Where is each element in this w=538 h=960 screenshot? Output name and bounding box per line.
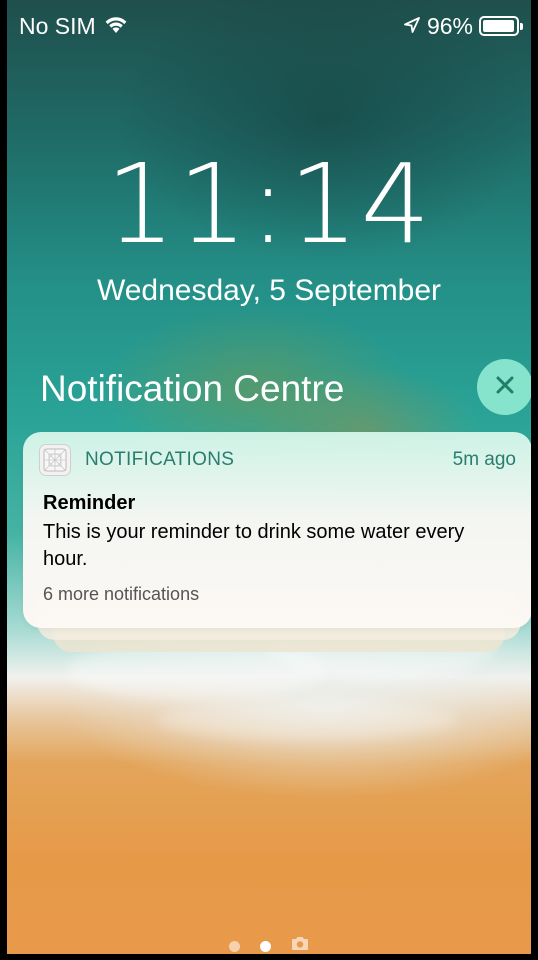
notification-time: 5m ago [452, 449, 516, 470]
close-icon [494, 374, 516, 401]
notification-card[interactable]: NOTIFICATIONS 5m ago Reminder This is yo… [23, 432, 531, 628]
app-icon [39, 444, 71, 476]
notification-header: NOTIFICATIONS 5m ago [39, 444, 516, 476]
status-left: No SIM [19, 13, 128, 40]
page-indicator[interactable] [7, 936, 531, 954]
more-notifications-label: 6 more notifications [43, 584, 200, 604]
wifi-icon [104, 13, 128, 40]
notification-body: This is your reminder to drink some wate… [43, 521, 465, 570]
page-dot-active [260, 940, 271, 952]
page-dot [229, 940, 240, 952]
carrier-label: No SIM [19, 12, 96, 39]
lock-screen-date: Wednesday, 5 September [96, 274, 442, 307]
location-arrow-icon [403, 13, 421, 40]
battery-percent: 96% [426, 12, 473, 39]
notification-centre-title: Notification Centre [40, 368, 345, 409]
status-right: 96% [403, 12, 523, 40]
lock-screen: No SIM 96% 11:14 Wednesday, 5 September … [0, 0, 538, 960]
notification-title: Reminder [43, 492, 136, 514]
camera-icon [291, 936, 309, 954]
battery-icon [479, 16, 523, 36]
lock-screen-time: 11:14 [105, 140, 433, 268]
status-bar: No SIM 96% [7, 0, 531, 52]
battery-level-fill [483, 20, 514, 32]
notification-app-name: NOTIFICATIONS [85, 449, 235, 470]
clear-notifications-button[interactable] [477, 359, 531, 415]
